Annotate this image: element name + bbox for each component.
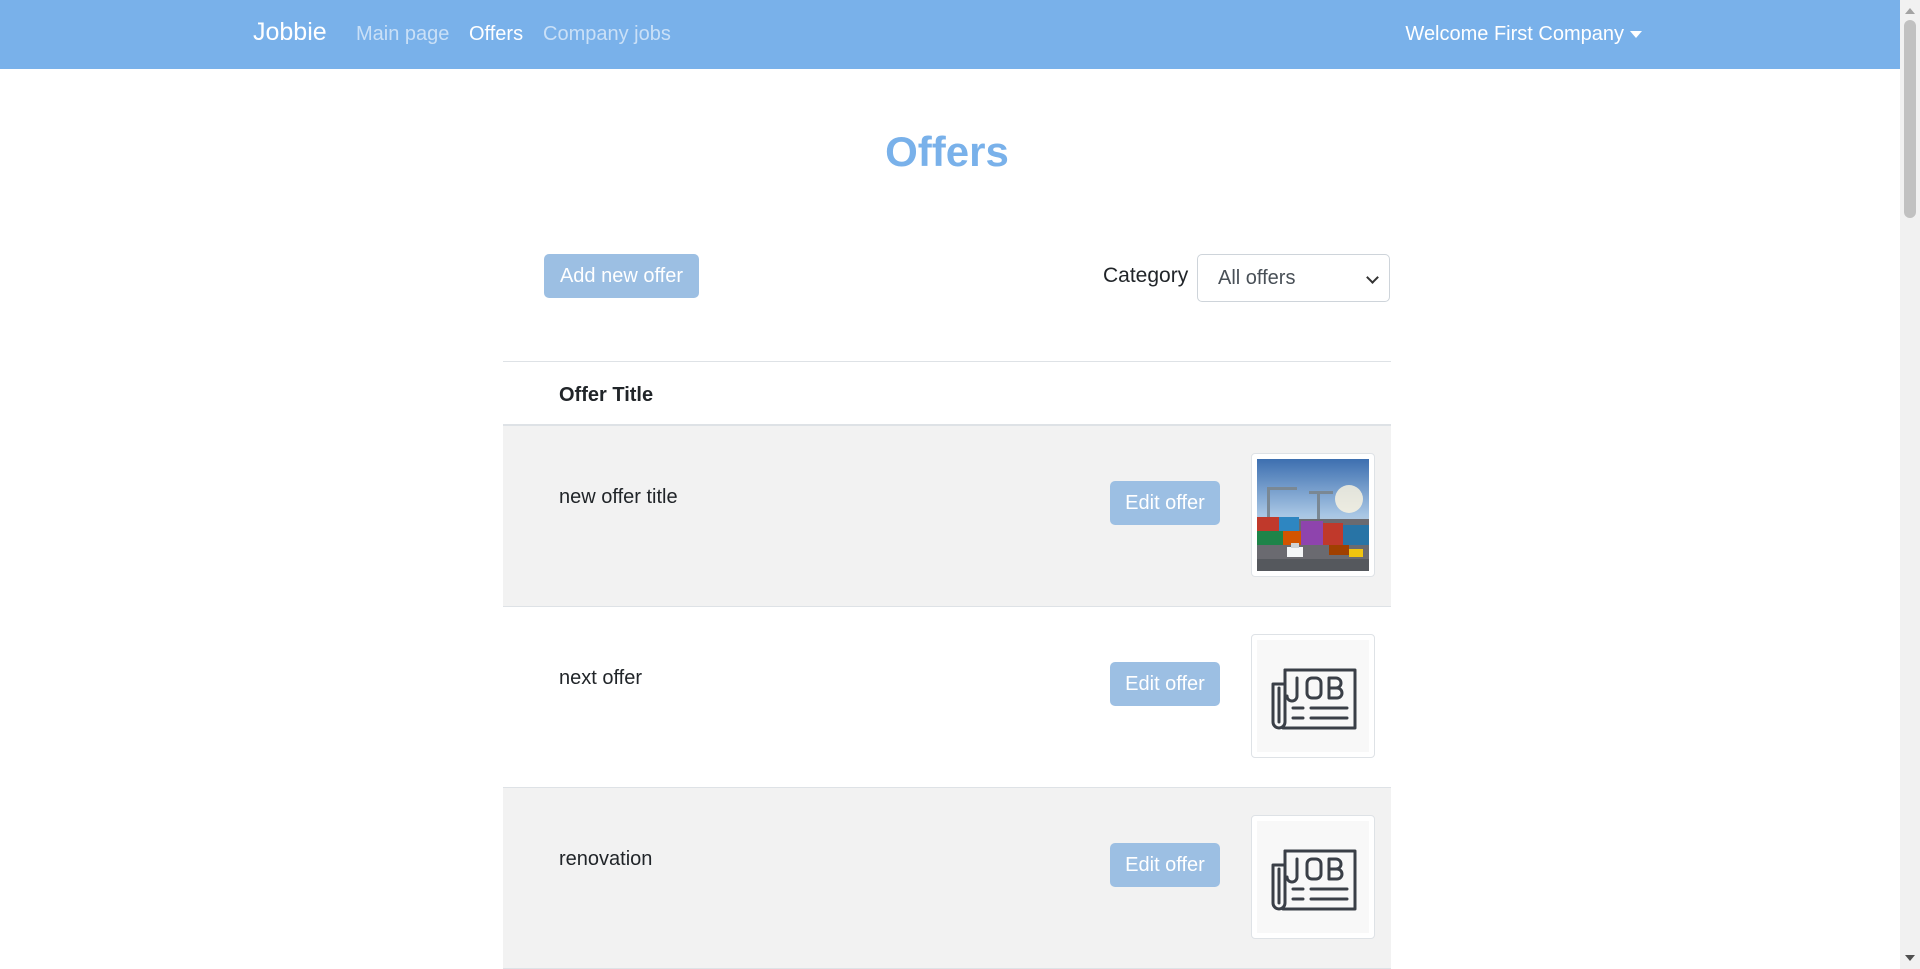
page-title: Offers bbox=[885, 128, 1009, 175]
job-newspaper-icon bbox=[1257, 821, 1369, 933]
table-row: next offer Edit offer bbox=[503, 607, 1391, 788]
job-newspaper-icon bbox=[1257, 640, 1369, 752]
scroll-down-arrow-icon[interactable] bbox=[1905, 955, 1915, 961]
offer-image bbox=[1251, 453, 1375, 577]
add-new-offer-button[interactable]: Add new offer bbox=[544, 254, 699, 298]
table-row: new offer title Edit offer bbox=[503, 426, 1391, 607]
edit-offer-button[interactable]: Edit offer bbox=[1110, 481, 1220, 525]
user-dropdown-label: Welcome First Company bbox=[1405, 23, 1624, 45]
brand-logo[interactable]: Jobbie bbox=[253, 18, 327, 47]
container-port-photo bbox=[1257, 459, 1369, 571]
offers-table: Offer Title new offer title Edit offer n… bbox=[503, 361, 1391, 969]
offer-image bbox=[1251, 634, 1375, 758]
offer-image bbox=[1251, 815, 1375, 939]
category-label: Category bbox=[1103, 264, 1189, 287]
table-header: Offer Title bbox=[503, 361, 1391, 426]
nav-company-jobs[interactable]: Company jobs bbox=[543, 23, 671, 46]
category-selected-value: All offers bbox=[1218, 266, 1296, 289]
nav-offers[interactable]: Offers bbox=[469, 23, 523, 46]
scrollbar-thumb[interactable] bbox=[1904, 20, 1916, 218]
nav-main-page[interactable]: Main page bbox=[356, 23, 449, 46]
category-select[interactable]: All offers bbox=[1197, 254, 1390, 302]
table-row: renovation Edit offer bbox=[503, 788, 1391, 969]
chevron-down-icon bbox=[1366, 271, 1379, 284]
scroll-up-arrow-icon[interactable] bbox=[1905, 8, 1915, 14]
top-navbar: Jobbie Main page Offers Company jobs Wel… bbox=[0, 0, 1900, 69]
user-dropdown[interactable]: Welcome First Company bbox=[1405, 23, 1642, 46]
offer-title: renovation bbox=[559, 848, 653, 870]
offer-title: new offer title bbox=[559, 486, 678, 508]
caret-down-icon bbox=[1630, 31, 1642, 38]
offer-title: next offer bbox=[559, 667, 643, 689]
column-header-offer-title: Offer Title bbox=[559, 384, 654, 406]
edit-offer-button[interactable]: Edit offer bbox=[1110, 843, 1220, 887]
vertical-scrollbar[interactable] bbox=[1900, 0, 1920, 969]
edit-offer-button[interactable]: Edit offer bbox=[1110, 662, 1220, 706]
